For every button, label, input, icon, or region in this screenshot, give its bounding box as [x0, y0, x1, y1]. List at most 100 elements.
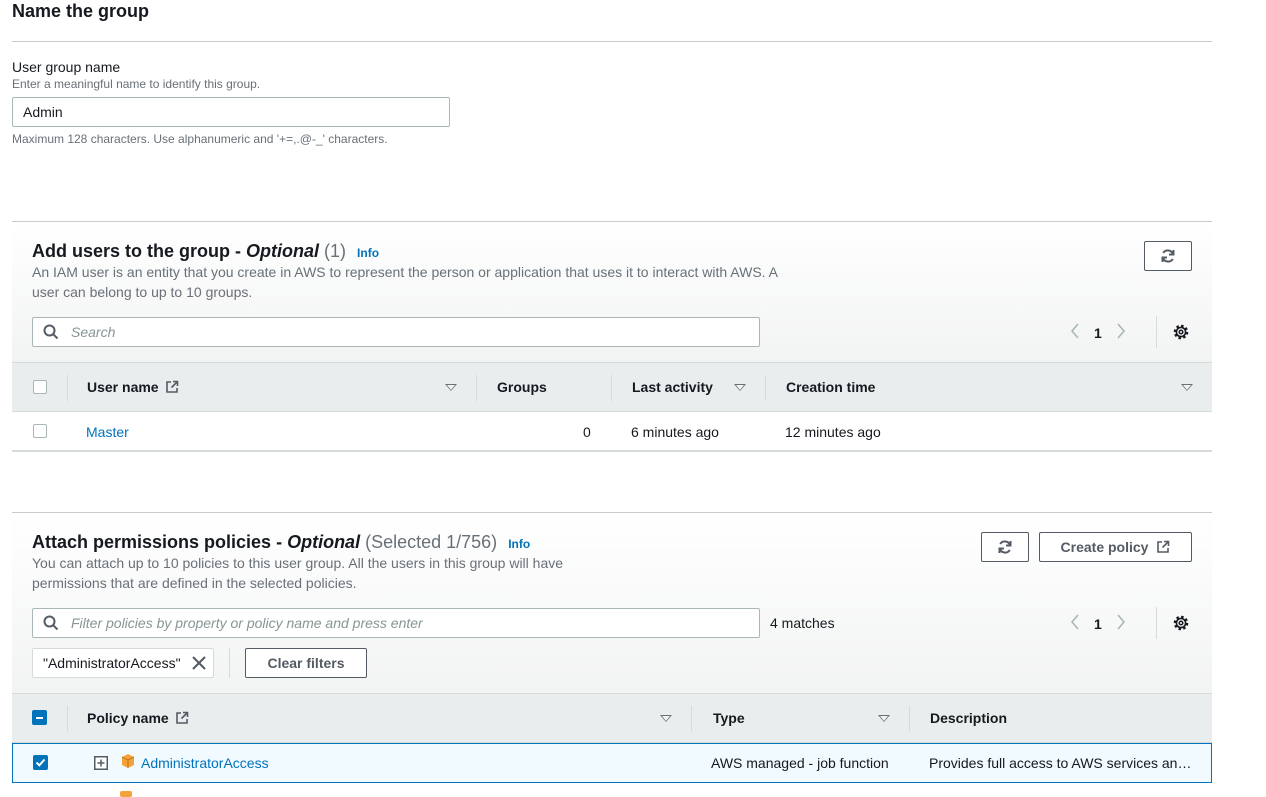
- group-name-label: User group name: [12, 59, 121, 75]
- filter-token: "AdministratorAccess": [32, 648, 214, 678]
- column-divider: [476, 375, 477, 401]
- policy-type: AWS managed - job function: [711, 755, 889, 771]
- user-row-checkbox[interactable]: [33, 424, 47, 438]
- external-link-icon: [1157, 540, 1170, 553]
- column-divider: [67, 706, 68, 732]
- column-policy-name-label: Policy name: [87, 710, 169, 726]
- gear-icon[interactable]: [1172, 323, 1190, 344]
- gear-icon[interactable]: [1172, 614, 1190, 635]
- indeterminate-dash-icon: [36, 716, 43, 719]
- create-policy-label: Create policy: [1060, 539, 1149, 555]
- table-row[interactable]: AdministratorAccess AWS managed - job fu…: [12, 743, 1212, 783]
- column-user-name-label: User name: [87, 379, 159, 395]
- refresh-icon: [998, 540, 1012, 554]
- users-table-header: User name Groups Last activity Creation …: [12, 362, 1212, 412]
- policies-count: (Selected 1/756): [365, 532, 498, 552]
- column-divider: [691, 706, 692, 732]
- aws-policy-cube-icon: [121, 754, 135, 768]
- policies-refresh-button[interactable]: [981, 532, 1029, 562]
- user-groups-count: 0: [583, 424, 591, 440]
- expand-plus-icon[interactable]: [94, 756, 108, 770]
- policy-name-link[interactable]: AdministratorAccess: [141, 755, 269, 771]
- policies-description-line: You can attach up to 10 policies to this…: [32, 555, 564, 571]
- close-icon[interactable]: [191, 655, 207, 671]
- next-row-icon-partial: [120, 791, 132, 797]
- users-search-box[interactable]: [32, 317, 760, 347]
- column-groups[interactable]: Groups: [497, 379, 547, 395]
- pager-divider: [1156, 316, 1157, 348]
- column-divider: [909, 706, 910, 732]
- policy-row-checkbox[interactable]: [33, 755, 48, 770]
- column-type[interactable]: Type: [713, 710, 745, 726]
- section-divider: [12, 41, 1212, 42]
- users-page-number[interactable]: 1: [1094, 325, 1102, 341]
- external-link-icon: [175, 711, 189, 724]
- chevron-left-icon[interactable]: [1070, 614, 1080, 633]
- table-row[interactable]: Master 0 6 minutes ago 12 minutes ago: [12, 412, 1212, 452]
- policies-table-header: Policy name Type Description: [12, 693, 1212, 743]
- group-name-constraint: Maximum 128 characters. Use alphanumeric…: [12, 132, 388, 146]
- users-description-line: An IAM user is an entity that you create…: [32, 264, 779, 280]
- policies-optional-text: Optional: [287, 532, 361, 552]
- chevron-right-icon[interactable]: [1116, 323, 1126, 342]
- policies-section-description: You can attach up to 10 policies to this…: [32, 553, 592, 593]
- users-search-input[interactable]: [69, 323, 759, 341]
- group-name-description: Enter a meaningful name to identify this…: [12, 77, 261, 91]
- column-divider: [611, 375, 612, 401]
- select-all-policies-checkbox[interactable]: [32, 710, 47, 725]
- user-last-activity: 6 minutes ago: [631, 424, 719, 440]
- chevron-right-icon[interactable]: [1116, 614, 1126, 633]
- column-divider: [765, 375, 766, 401]
- filter-token-label: "AdministratorAccess": [43, 655, 181, 671]
- pager-divider: [1156, 607, 1157, 639]
- users-count: (1): [324, 241, 347, 261]
- search-icon: [43, 615, 59, 631]
- sort-caret-icon[interactable]: [878, 715, 890, 722]
- select-all-users-checkbox[interactable]: [33, 380, 47, 394]
- column-description[interactable]: Description: [930, 710, 1007, 726]
- create-policy-button[interactable]: Create policy: [1039, 532, 1192, 562]
- users-section-title: Add users to the group - Optional (1) In…: [32, 241, 379, 262]
- column-user-name[interactable]: User name: [87, 379, 179, 395]
- policy-filter-input[interactable]: [69, 614, 759, 632]
- column-type-label: Type: [713, 710, 745, 726]
- policy-filter-box[interactable]: [32, 608, 760, 638]
- column-creation-time-label: Creation time: [786, 379, 876, 395]
- policies-title-text: Attach permissions policies -: [32, 532, 288, 552]
- token-divider: [229, 648, 230, 678]
- refresh-icon: [1161, 249, 1175, 263]
- sort-caret-icon[interactable]: [734, 384, 746, 391]
- chevron-left-icon[interactable]: [1070, 323, 1080, 342]
- policy-description: Provides full access to AWS services an…: [929, 755, 1192, 771]
- column-last-activity-label: Last activity: [632, 379, 713, 395]
- group-name-input[interactable]: [12, 97, 450, 127]
- sort-caret-icon[interactable]: [660, 715, 672, 722]
- page-title: Name the group: [12, 1, 150, 21]
- column-description-label: Description: [930, 710, 1008, 726]
- column-divider: [67, 375, 68, 401]
- column-creation-time[interactable]: Creation time: [786, 379, 875, 395]
- policies-page-number[interactable]: 1: [1094, 616, 1102, 632]
- external-link-icon: [165, 380, 178, 393]
- sort-caret-icon[interactable]: [445, 384, 457, 391]
- user-name-link[interactable]: Master: [86, 424, 129, 440]
- column-last-activity[interactable]: Last activity: [632, 379, 713, 395]
- clear-filters-button[interactable]: Clear filters: [245, 648, 367, 678]
- policies-pagination: 1: [1070, 614, 1126, 633]
- users-optional-text: Optional: [246, 241, 319, 261]
- search-icon: [43, 324, 59, 340]
- users-description-line: user can belong to up to 10 groups.: [32, 284, 253, 300]
- sort-caret-icon[interactable]: [1181, 384, 1193, 391]
- user-creation-time: 12 minutes ago: [785, 424, 881, 440]
- filter-matches-count: 4 matches: [770, 615, 835, 631]
- column-policy-name[interactable]: Policy name: [87, 710, 189, 726]
- users-pagination: 1: [1070, 323, 1126, 342]
- checkmark-icon: [35, 758, 46, 767]
- column-groups-label: Groups: [497, 379, 547, 395]
- users-info-link[interactable]: Info: [357, 246, 379, 260]
- policies-section-title: Attach permissions policies - Optional (…: [32, 532, 530, 553]
- users-refresh-button[interactable]: [1144, 241, 1192, 271]
- policies-info-link[interactable]: Info: [508, 537, 530, 551]
- users-section-description: An IAM user is an entity that you create…: [32, 262, 792, 302]
- clear-filters-label: Clear filters: [267, 655, 345, 671]
